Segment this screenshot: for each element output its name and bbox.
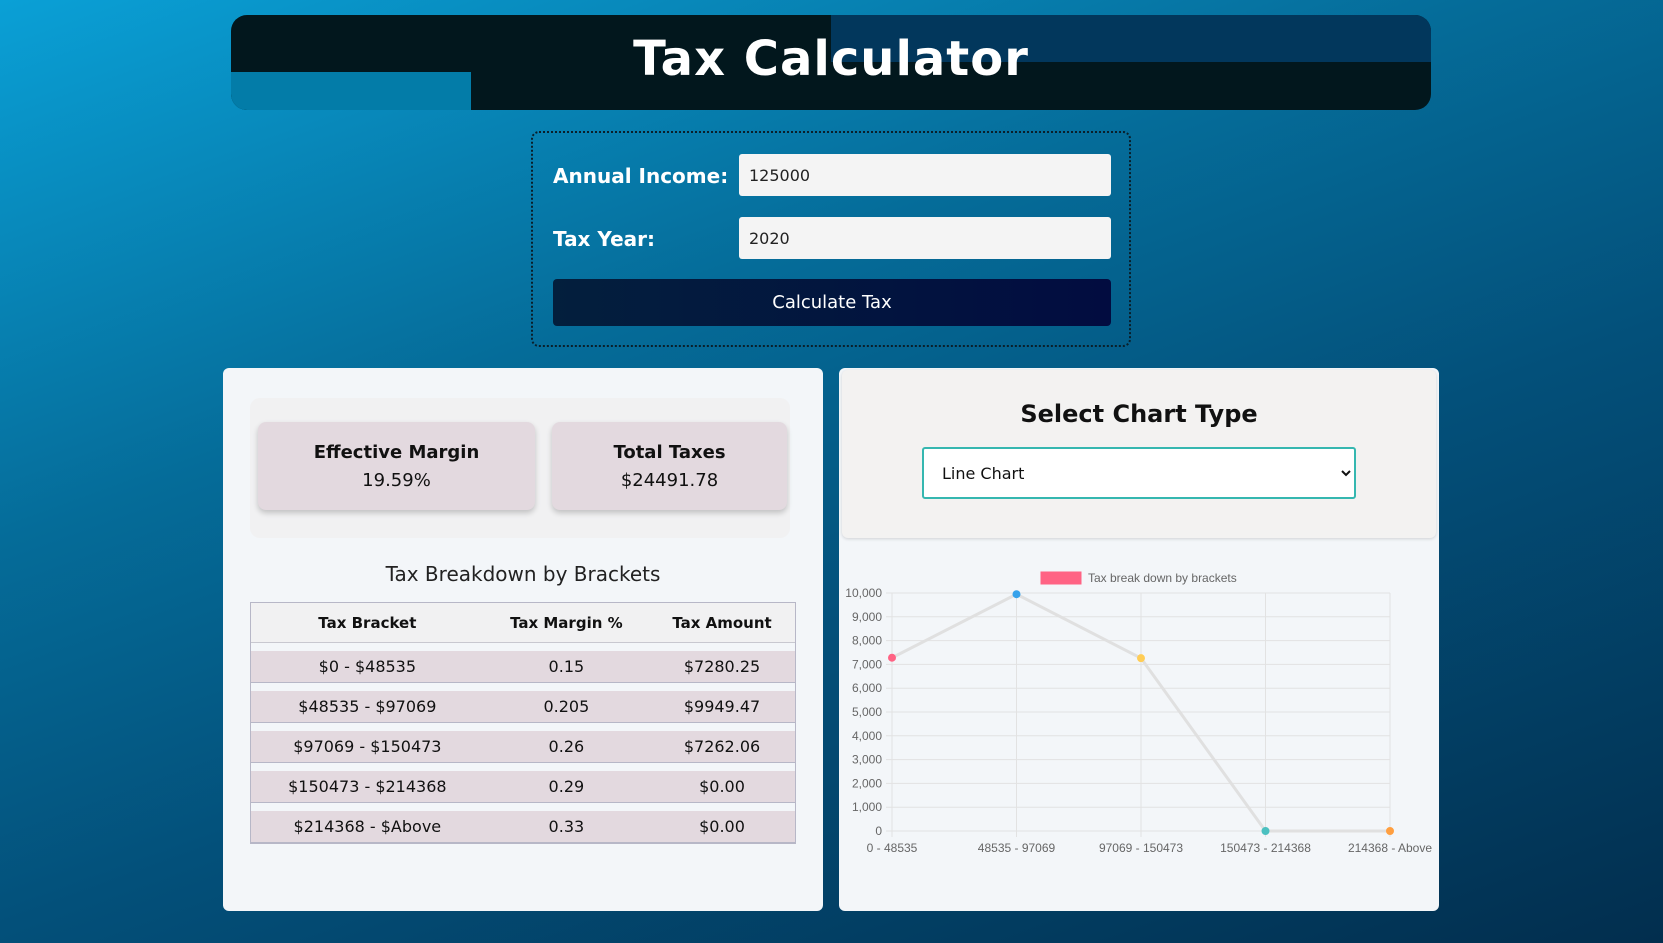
table-cell: $97069 - $150473	[251, 723, 484, 763]
table-cell: $9949.47	[649, 683, 795, 723]
column-header: Tax Amount	[649, 603, 795, 643]
year-input[interactable]	[739, 217, 1111, 259]
table-cell: $0 - $48535	[251, 643, 484, 683]
table-row: $0 - $48535 0.15 $7280.25	[251, 643, 795, 683]
total-taxes-value: $24491.78	[620, 470, 719, 491]
legend-label: Tax break down by brackets	[1088, 571, 1237, 585]
data-point	[888, 653, 896, 662]
chart-type-select[interactable]: Line Chart	[922, 447, 1356, 499]
y-tick-label: 10,000	[845, 586, 882, 600]
total-taxes-card: Total Taxes $24491.78	[552, 422, 787, 510]
chart-type-selector: Select Chart Type Line Chart	[842, 370, 1436, 538]
data-point	[1261, 827, 1270, 835]
y-tick-label: 1,000	[852, 800, 882, 814]
y-tick-label: 0	[875, 824, 882, 838]
y-tick-label: 9,000	[852, 610, 882, 624]
page-title: Tax Calculator	[633, 31, 1029, 87]
y-tick-label: 3,000	[852, 753, 882, 767]
data-point	[1137, 654, 1145, 663]
table-cell: 0.29	[483, 763, 650, 803]
y-tick-label: 2,000	[852, 776, 882, 790]
table-cell: $48535 - $97069	[251, 683, 484, 723]
table-cell: $150473 - $214368	[251, 763, 484, 803]
table-row: $214368 - $Above 0.33 $0.00	[251, 803, 795, 843]
legend-swatch	[1040, 571, 1082, 585]
income-label: Annual Income:	[553, 164, 729, 188]
table-cell: 0.205	[483, 683, 650, 723]
column-header: Tax Margin %	[483, 603, 650, 643]
tax-line-chart: Tax break down by brackets 10,000 9,000 8,0…	[845, 571, 1432, 855]
x-tick-label: 214368 - Above	[1348, 841, 1432, 855]
y-tick-label: 4,000	[852, 729, 882, 743]
table-cell: 0.33	[483, 803, 650, 843]
table-row: $150473 - $214368 0.29 $0.00	[251, 763, 795, 803]
table-row: $48535 - $97069 0.205 $9949.47	[251, 683, 795, 723]
data-point	[1386, 827, 1394, 835]
table-row: $97069 - $150473 0.26 $7262.06	[251, 723, 795, 763]
tax-form: Annual Income: Tax Year: Calculate Tax	[531, 131, 1131, 347]
breakdown-title: Tax Breakdown by Brackets	[385, 562, 661, 586]
table-cell: $7262.06	[649, 723, 795, 763]
brackets-table: Tax Bracket Tax Margin % Tax Amount $0 -…	[250, 602, 796, 844]
chart-type-title: Select Chart Type	[1020, 400, 1258, 428]
table-cell: $0.00	[649, 803, 795, 843]
income-row: Annual Income:	[553, 154, 1113, 198]
effective-margin-card: Effective Margin 19.59%	[258, 422, 535, 510]
x-tick-label: 0 - 48535	[867, 841, 918, 855]
table-header-row: Tax Bracket Tax Margin % Tax Amount	[251, 603, 795, 643]
chart-panel: Select Chart Type Line Chart Tax break d…	[839, 368, 1439, 911]
table-cell: $0.00	[649, 763, 795, 803]
data-point	[1012, 590, 1021, 599]
app-header: Tax Calculator	[231, 15, 1431, 110]
results-panel: Effective Margin 19.59% Total Taxes $244…	[223, 368, 823, 911]
y-tick-label: 6,000	[852, 681, 882, 695]
x-tick-label: 97069 - 150473	[1099, 841, 1183, 855]
effective-margin-label: Effective Margin	[313, 442, 480, 463]
effective-margin-value: 19.59%	[362, 470, 431, 491]
y-tick-label: 5,000	[852, 705, 882, 719]
table-cell: $7280.25	[649, 643, 795, 683]
y-tick-label: 8,000	[852, 634, 882, 648]
y-tick-label: 7,000	[852, 657, 882, 671]
calculate-tax-button[interactable]: Calculate Tax	[553, 279, 1111, 326]
x-tick-label: 48535 - 97069	[978, 841, 1056, 855]
column-header: Tax Bracket	[251, 603, 484, 643]
year-label: Tax Year:	[553, 227, 655, 251]
table-cell: 0.15	[483, 643, 650, 683]
income-input[interactable]	[739, 154, 1111, 196]
table-cell: $214368 - $Above	[251, 803, 484, 843]
year-row: Tax Year:	[553, 217, 1113, 261]
summary-box: Effective Margin 19.59% Total Taxes $244…	[250, 398, 790, 538]
table-cell: 0.26	[483, 723, 650, 763]
total-taxes-label: Total Taxes	[613, 442, 726, 463]
x-tick-label: 150473 - 214368	[1220, 841, 1311, 855]
